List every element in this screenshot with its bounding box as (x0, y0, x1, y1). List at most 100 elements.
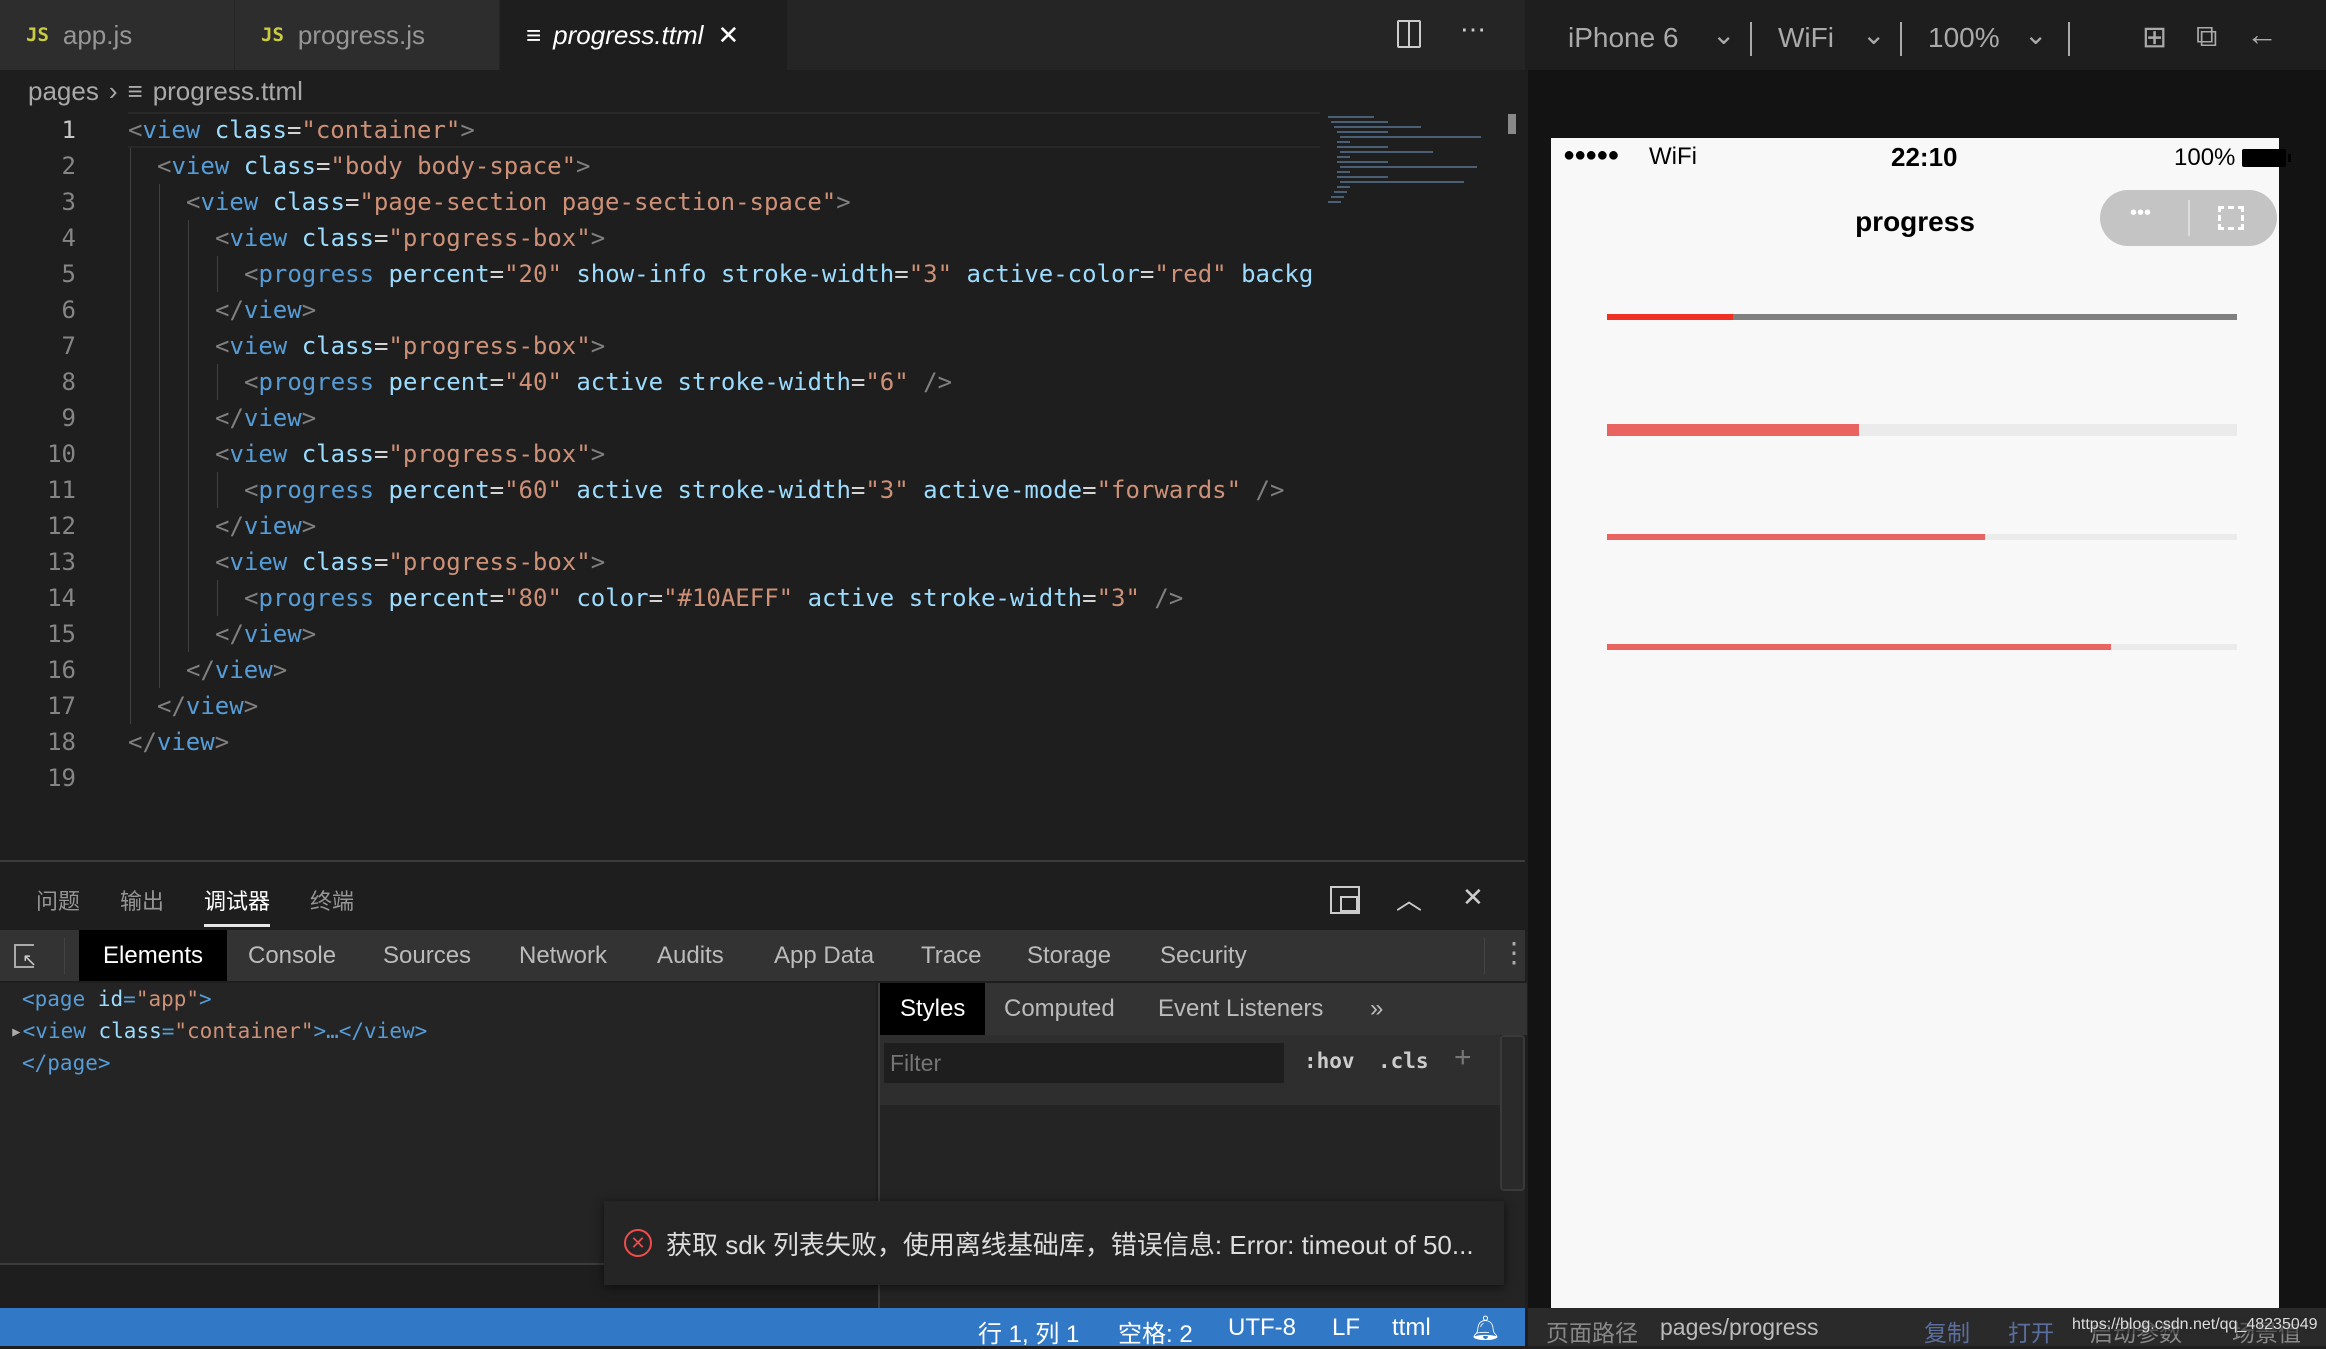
devtools-tab-network[interactable]: Network (495, 930, 631, 981)
close-icon[interactable]: ✕ (717, 20, 739, 51)
dom-node-page-close[interactable]: </page> (22, 1051, 111, 1075)
chevron-down-icon[interactable]: ⌄ (1862, 18, 1885, 51)
styles-tab[interactable]: Styles (880, 983, 986, 1035)
close-panel-icon[interactable]: ✕ (1462, 882, 1484, 913)
code-token: "red" (1154, 260, 1227, 288)
code-editor[interactable]: 1 <view class="container"> 2 <view class="b… (0, 112, 1320, 852)
chevron-down-icon[interactable]: ⌄ (1712, 18, 1735, 51)
chevron-down-icon[interactable]: ⌄ (2024, 18, 2047, 51)
more-options-button[interactable]: ••• (2130, 202, 2151, 225)
code-token: stroke-width (908, 584, 1083, 612)
devtools-tab-security[interactable]: Security (1136, 930, 1271, 981)
code-token: "#10AEFF" (663, 584, 794, 612)
event-listeners-tab[interactable]: Event Listeners (1138, 983, 1343, 1035)
hov-toggle[interactable]: :hov (1304, 1049, 1355, 1073)
code-line: <view class="container"> (128, 112, 475, 148)
code-token: "20" (504, 260, 562, 288)
devtools-menu-icon[interactable]: ⋮ (1500, 936, 1528, 969)
js-icon: JS (261, 24, 284, 46)
indent-guide (130, 436, 131, 472)
fullscreen-icon[interactable] (2218, 206, 2244, 230)
line-ending[interactable]: LF (1332, 1314, 1360, 1342)
indent-guide (159, 472, 160, 508)
devtools-tab-sources[interactable]: Sources (359, 930, 495, 981)
code-token: active (807, 584, 895, 612)
indent-guide (159, 292, 160, 328)
open-path-link[interactable]: 打开 (2008, 1314, 2054, 1348)
code-token: = (315, 152, 331, 180)
language-mode[interactable]: ttml (1392, 1314, 1431, 1342)
cursor-position[interactable]: 行 1, 列 1 (978, 1314, 1079, 1349)
panel-tab-debugger[interactable]: 调试器 (204, 884, 270, 916)
panel-layout-icon[interactable] (1330, 886, 1360, 914)
editor-scrollbar[interactable] (1508, 114, 1516, 134)
code-token: view (214, 656, 273, 684)
code-token: stroke-width (720, 260, 895, 288)
split-editor-icon[interactable] (1397, 20, 1421, 48)
breadcrumb-item[interactable]: progress.ttml (153, 76, 303, 107)
line-number: 3 (61, 188, 76, 216)
devtools-tab-audits[interactable]: Audits (633, 930, 748, 981)
line-number: 18 (47, 728, 76, 756)
notification-bell-icon[interactable]: 🔔︎ (1470, 1314, 1500, 1343)
code-token: progress (258, 260, 375, 288)
tab-progress-ttml[interactable]: ≡ progress.ttml ✕ (500, 0, 788, 70)
code-token: "container" (301, 116, 461, 144)
computed-tab[interactable]: Computed (984, 983, 1135, 1035)
code-token: > (243, 692, 259, 720)
code-token: "forwards" (1096, 476, 1242, 504)
breadcrumb-item[interactable]: pages (28, 76, 99, 107)
file-lines-icon: ≡ (526, 19, 542, 50)
cls-toggle[interactable]: .cls (1378, 1049, 1429, 1073)
more-actions-icon[interactable]: ⋯ (1460, 14, 1486, 45)
panel-tab-output[interactable]: 输出 (120, 884, 164, 916)
more-tabs-icon[interactable]: » (1350, 983, 1403, 1035)
code-token: class (243, 152, 316, 180)
devtools-tab-storage[interactable]: Storage (1003, 930, 1135, 981)
panel-tab-problems[interactable]: 问题 (36, 884, 80, 916)
tab-progress-js[interactable]: JS progress.js (235, 0, 500, 70)
watermark: https://blog.csdn.net/qq_48235049 (2072, 1316, 2318, 1334)
devtools-tab-console[interactable]: Console (224, 930, 360, 981)
detach-window-icon[interactable]: ⧉ (2196, 20, 2217, 54)
indentation[interactable]: 空格: 2 (1118, 1314, 1193, 1349)
code-token: </ (215, 296, 244, 324)
minimap[interactable] (1322, 112, 1502, 852)
panel-tab-terminal[interactable]: 终端 (310, 884, 354, 916)
inspect-element-icon[interactable]: ↖ (14, 944, 37, 970)
styles-scrollbar[interactable] (1500, 1035, 1525, 1191)
tab-app-js[interactable]: JS app.js (0, 0, 235, 70)
dom-node-view[interactable]: ▸<view class="container">…</view> (10, 1019, 427, 1043)
dom-node-page[interactable]: <page id="app"> (22, 987, 212, 1011)
new-style-rule-button[interactable]: + (1454, 1041, 1472, 1075)
code-line: <progress percent="40" active stroke-wid… (244, 364, 952, 400)
indent-guide (130, 616, 131, 652)
arrow-left-icon[interactable]: ← (2246, 16, 2278, 53)
copy-path-link[interactable]: 复制 (1924, 1314, 1970, 1348)
code-token: </ (215, 620, 244, 648)
code-token: view (171, 152, 230, 180)
code-token: = (489, 584, 505, 612)
devtools-tab-elements[interactable]: Elements (79, 930, 228, 981)
network-select[interactable]: WiFi (1778, 22, 1834, 54)
expand-triangle-icon[interactable]: ▸ (10, 1019, 23, 1043)
chevron-up-icon[interactable]: ︿ (1396, 880, 1422, 917)
zoom-select[interactable]: 100% (1928, 22, 2000, 54)
code-token: = (894, 260, 909, 288)
minimap-line (1340, 136, 1481, 138)
styles-filter-input[interactable] (884, 1043, 1284, 1083)
indent-guide (188, 544, 189, 580)
device-select[interactable]: iPhone 6 (1568, 22, 1679, 54)
devtools-tab-trace[interactable]: Trace (897, 930, 1005, 981)
devtools-tab-app-data[interactable]: App Data (750, 930, 898, 981)
code-token: "progress-box" (388, 224, 591, 252)
grid-icon[interactable]: ⊞ (2142, 20, 2167, 55)
simulator-footer: 页面路径 pages/progress 复制 打开 启动参数 场景值 https… (1528, 1308, 2326, 1346)
encoding[interactable]: UTF-8 (1228, 1314, 1296, 1342)
